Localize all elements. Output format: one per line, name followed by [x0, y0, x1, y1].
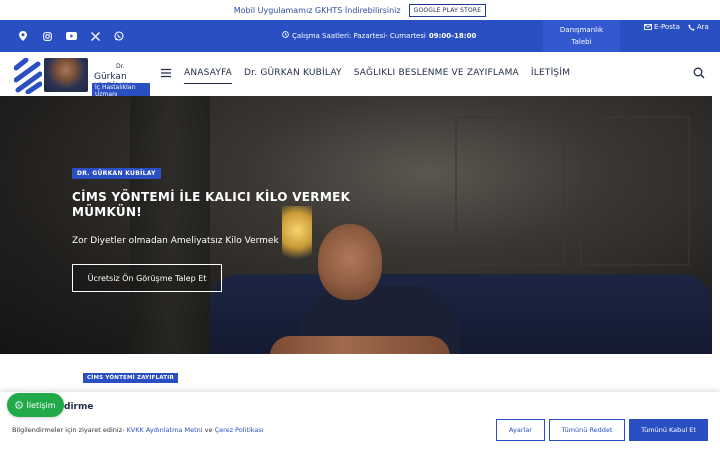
- logo-portrait: [44, 58, 88, 92]
- cookie-reject-all-button[interactable]: Tümünü Reddet: [549, 419, 625, 441]
- youtube-icon[interactable]: [64, 29, 78, 43]
- hero-tag: DR. GÜRKAN KUBİLAY: [72, 168, 161, 179]
- announcement-text: Mobil Uygulamamız GKHTS İndirebilirsiniz: [233, 5, 401, 15]
- hours-label: Çalışma Saatleri: Pazartesi- Cumartesi: [292, 31, 426, 40]
- section-tag: CİMS YÖNTEMİ ZAYIFLATIR: [83, 373, 178, 383]
- call-link[interactable]: Ara: [688, 23, 709, 31]
- clock-icon: [282, 31, 289, 40]
- hero-banner: [0, 96, 712, 354]
- nav-menu: ANASAYFA Dr. GÜRKAN KUBİLAY SAĞLIKLI BES…: [184, 68, 570, 84]
- cookie-and: ve: [204, 426, 213, 434]
- contact-links: E-Posta Ara: [644, 23, 709, 31]
- cookie-settings-button[interactable]: Ayarlar: [496, 419, 545, 441]
- nav-item-contact[interactable]: İLETİŞİM: [531, 68, 570, 84]
- whatsapp-icon: [15, 401, 24, 409]
- envelope-icon: [644, 24, 652, 30]
- announcement-bar: Mobil Uygulamamız GKHTS İndirebilirsiniz…: [0, 0, 720, 20]
- x-twitter-icon[interactable]: [88, 29, 102, 43]
- whatsapp-contact-button[interactable]: İletişim: [7, 393, 64, 417]
- hero-wall-panel: [580, 116, 690, 266]
- hero-background-door: [130, 96, 210, 354]
- hero-wall-panel: [455, 116, 565, 266]
- cookie-policy-link[interactable]: Çerez Politikası: [215, 426, 264, 434]
- whatsapp-label: İletişim: [26, 400, 56, 410]
- email-link[interactable]: E-Posta: [644, 23, 680, 31]
- hero-title: CİMS YÖNTEMİ İLE KALICI KİLO VERMEK MÜMK…: [72, 190, 351, 219]
- cookie-title: dirme: [64, 402, 94, 412]
- google-play-button[interactable]: GOOGLE PLAY STORE: [408, 3, 487, 17]
- working-hours: Çalışma Saatleri: Pazartesi- Cumartesi 0…: [282, 31, 476, 40]
- hero-subtitle: Zor Diyetler olmadan Ameliyatsız Kilo Ve…: [72, 236, 279, 246]
- nav-item-doctor[interactable]: Dr. GÜRKAN KUBİLAY: [244, 68, 342, 84]
- call-label: Ara: [696, 23, 709, 31]
- cookie-text-prefix: Bilgilendirmeler için ziyaret ediniz-: [12, 426, 125, 434]
- consultation-request-button[interactable]: Danışmanlık Talebi: [543, 20, 620, 52]
- logo-mark-icon: [14, 58, 42, 94]
- main-nav: Dr. Gürkan KUBİLAY İç Hastalıkları Uzman…: [0, 52, 720, 99]
- cookie-accept-all-button[interactable]: Tümünü Kabul Et: [629, 419, 708, 441]
- map-pin-icon[interactable]: [16, 29, 30, 43]
- search-icon[interactable]: [693, 67, 705, 79]
- whatsapp-icon[interactable]: [112, 29, 126, 43]
- hero-person-arms: [270, 336, 450, 354]
- nav-item-nutrition[interactable]: SAĞLIKLI BESLENME VE ZAYIFLAMA: [354, 68, 519, 84]
- social-links: [16, 29, 126, 43]
- site-logo[interactable]: Dr. Gürkan KUBİLAY İç Hastalıkları Uzman…: [14, 56, 150, 99]
- logo-dr: Dr.: [116, 63, 125, 70]
- kvkk-link[interactable]: KVKK Aydınlatma Metni: [127, 426, 203, 434]
- cookie-text: Bilgilendirmeler için ziyaret ediniz- KV…: [12, 426, 264, 434]
- free-consultation-button[interactable]: Ücretsiz Ön Görüşme Talep Et: [72, 264, 222, 292]
- hours-value: 09:00-18:00: [428, 31, 477, 40]
- cookie-consent-bar: dirme Bilgilendirmeler için ziyaret edin…: [0, 392, 720, 450]
- hamburger-menu-icon[interactable]: [161, 68, 171, 78]
- phone-icon: [688, 23, 695, 31]
- hero-person-head: [318, 224, 382, 300]
- email-label: E-Posta: [654, 23, 680, 31]
- nav-item-home[interactable]: ANASAYFA: [184, 68, 232, 84]
- instagram-icon[interactable]: [40, 29, 54, 43]
